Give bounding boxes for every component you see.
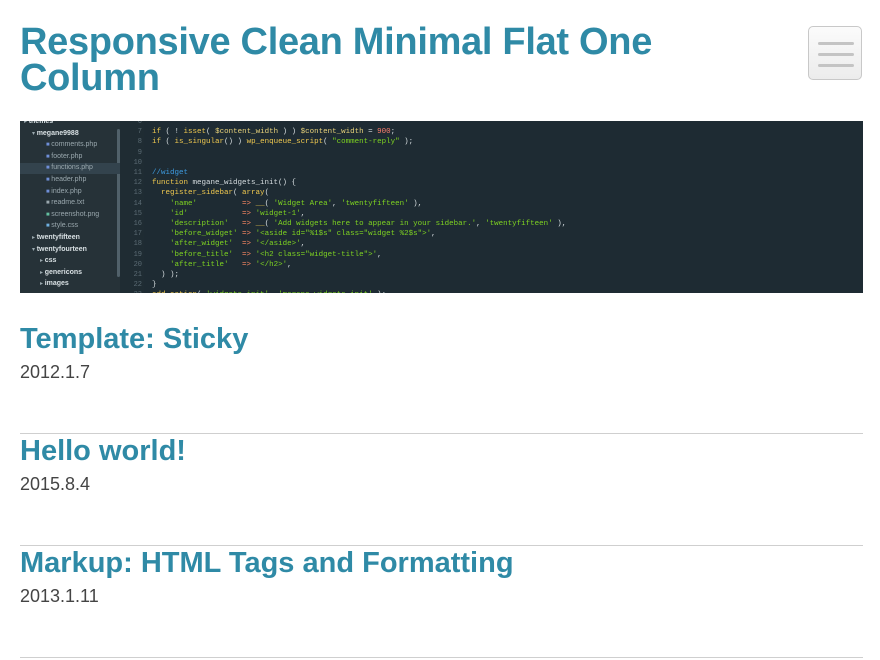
line-number: 9	[137, 148, 142, 157]
line-number: 22	[133, 281, 142, 290]
code-line: 'after_widget' => '</aside>',	[170, 240, 306, 249]
tree-item: ■ footer.php	[46, 153, 82, 160]
tree-item-label: footer.php	[51, 152, 83, 160]
post-title-link[interactable]: Template: Sticky	[20, 322, 248, 356]
tree-item-label: css	[44, 257, 57, 265]
tree-item: ▾ megane9988	[32, 130, 79, 137]
line-number: 14	[133, 199, 142, 208]
code-line: ) );	[152, 271, 180, 279]
line-number: 16	[133, 220, 142, 228]
code-line: 'name' => __( 'Widget Area', 'twentyfift…	[170, 199, 423, 208]
tree-item: ■ style.css	[46, 222, 78, 229]
tree-item-label: comments.php	[51, 141, 98, 149]
tree-item-label: megane9988	[36, 129, 79, 137]
post-title-link[interactable]: Hello world!	[20, 434, 186, 468]
tree-item: ▸ themes	[24, 121, 53, 125]
line-number: 21	[133, 271, 142, 279]
code-line: 'description' => __( 'Add widgets here t…	[170, 220, 567, 228]
tree-item: ■ functions.php	[46, 164, 93, 171]
post-date: 2015.8.4	[20, 474, 91, 494]
line-number: 10	[133, 158, 142, 167]
site-header: Responsive Clean Minimal Flat One Column	[20, 23, 720, 97]
tree-item: ■ header.php	[46, 176, 86, 183]
code-line: 'id' => 'widget-1',	[170, 209, 306, 218]
line-number: 17	[133, 230, 142, 239]
line-number: 8	[137, 138, 142, 147]
post-item: Template: Sticky 2012.1.7	[20, 322, 863, 434]
line-number: 18	[133, 240, 142, 249]
tree-item: ■ screenshot.png	[46, 211, 99, 218]
tree-item: ▸ css	[40, 257, 56, 264]
post-date: 2013.1.11	[20, 586, 99, 606]
line-number: 12	[133, 179, 142, 188]
code-line: if ( ! isset( $content_width ) ) $conten…	[152, 128, 396, 137]
tree-item: ■ index.php	[46, 188, 82, 195]
line-number: 15	[133, 209, 142, 218]
tree-item-label: index.php	[51, 187, 82, 195]
code-line: add_action( 'widgets_init', 'megane_widg…	[152, 291, 386, 293]
tree-item-label: functions.php	[51, 164, 93, 172]
line-number: 20	[133, 260, 142, 269]
line-number: 19	[133, 250, 142, 259]
code-line: register_sidebar( array(	[161, 189, 270, 198]
tree-item-label: genericons	[44, 268, 83, 276]
tree-item: ■ readme.txt	[46, 199, 84, 206]
post-date: 2012.1.7	[20, 362, 91, 382]
header-image: ▸ themes ▾ megane9988 ■ comments.php ■ foot…	[20, 121, 863, 293]
hamburger-icon	[818, 42, 854, 45]
tree-item-label: twentyfifteen	[36, 234, 80, 241]
tree-item: ▸ images	[40, 280, 69, 287]
code-editor: if ( ! isset( $content_width ) ) $conten…	[152, 121, 862, 293]
file-tree-panel: ▸ themes ▾ megane9988 ■ comments.php ■ foot…	[20, 121, 120, 293]
tree-item-label: screenshot.png	[51, 210, 100, 218]
site-title[interactable]: Responsive Clean Minimal Flat One Column	[20, 23, 720, 97]
tree-item: ▸ twentyfifteen	[32, 234, 80, 241]
code-line: 'before_widget' => '<aside id="%1$s" cla…	[170, 230, 436, 239]
tree-item-label: readme.txt	[51, 199, 85, 207]
post-item: Hello world! 2015.8.4	[20, 434, 863, 546]
line-number: 23	[134, 291, 142, 293]
code-line: 'before_title' => '<h2 class="widget-tit…	[170, 250, 382, 259]
post-title-link[interactable]: Markup: HTML Tags and Formatting	[20, 546, 514, 580]
tree-item-label: style.css	[51, 222, 79, 230]
code-line: //widget	[152, 169, 189, 177]
line-number: 11	[133, 169, 142, 177]
hamburger-icon	[818, 53, 854, 56]
line-number: 13	[133, 189, 142, 198]
tree-item-label: images	[44, 280, 69, 288]
menu-toggle-button[interactable]	[808, 26, 862, 80]
code-line: function megane_widgets_init() {	[152, 179, 297, 188]
code-line: 'after_title' => '</h2>',	[170, 260, 292, 269]
tree-item-label: header.php	[51, 176, 87, 183]
tree-item-label: themes	[28, 121, 54, 125]
tree-item-label: twentyfourteen	[36, 245, 87, 253]
line-number: 6	[137, 121, 142, 126]
line-number: 7	[137, 128, 142, 137]
tree-item: ▾ twentyfourteen	[32, 246, 87, 253]
line-number-gutter: 6 78910 11 12131415 16 17181920 21 2223	[120, 121, 144, 293]
hamburger-icon	[818, 64, 854, 67]
tree-item: ■ comments.php	[46, 141, 97, 148]
post-item: Markup: HTML Tags and Formatting 2013.1.…	[20, 546, 863, 658]
code-line: }	[152, 281, 157, 290]
code-line: if ( is_singular() ) wp_enqueue_script( …	[152, 138, 414, 147]
tree-item: ▸ genericons	[40, 269, 82, 276]
